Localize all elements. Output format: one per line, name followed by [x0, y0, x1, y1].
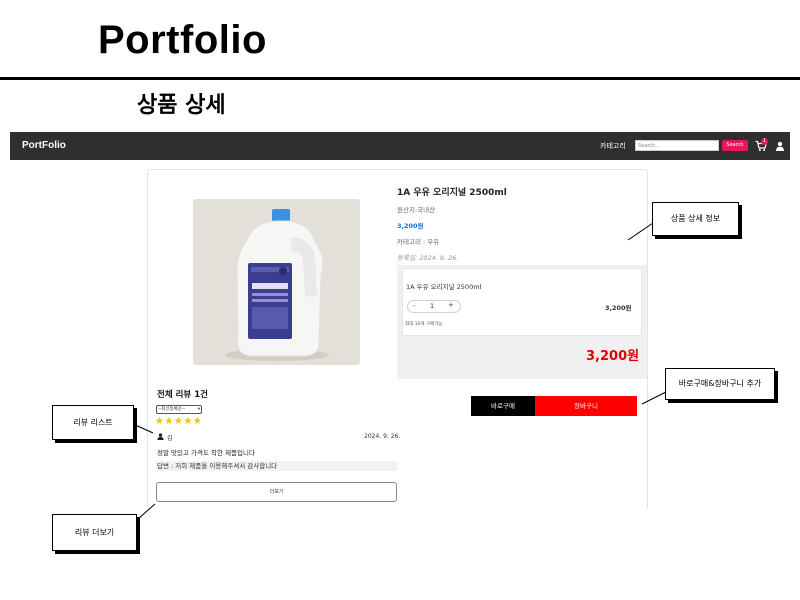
- title-divider: [0, 77, 800, 80]
- quantity-increase-button[interactable]: +: [448, 301, 454, 309]
- callout-review-more: 리뷰 더보기: [52, 514, 137, 551]
- review-rating-stars: ★★★★★: [155, 416, 203, 427]
- brand-logo[interactable]: PortFolio: [22, 140, 66, 151]
- option-price: 3,200원: [605, 304, 632, 312]
- product-page-screenshot: PortFolio 카테고리 Search 1: [10, 132, 790, 510]
- quantity-decrease-button[interactable]: -: [413, 302, 416, 310]
- total-price: 3,200원: [586, 349, 640, 364]
- review-sort-select[interactable]: --최신등록순-- ▾: [156, 405, 202, 414]
- slide-subtitle: 상품 상세: [137, 93, 226, 118]
- review-text: 정말 맛있고 가격도 착한 제품입니다: [157, 449, 255, 457]
- search-button[interactable]: Search: [722, 140, 748, 151]
- max-quantity-note: 최대 10개 구매가능: [405, 322, 443, 327]
- quantity-value[interactable]: 1: [430, 302, 434, 310]
- product-category: 카테고리 : 우유: [397, 238, 440, 246]
- callout-review-list: 리뷰 리스트: [52, 405, 134, 440]
- reviewer-avatar-icon: [157, 433, 164, 440]
- navbar: PortFolio 카테고리 Search 1: [10, 132, 790, 160]
- user-icon[interactable]: [775, 141, 785, 151]
- callout-buy-cart: 바로구매&장바구니 추가: [665, 368, 775, 400]
- add-to-cart-button[interactable]: 장바구니: [535, 396, 637, 416]
- product-image: [193, 199, 360, 365]
- review-date: 2024. 9. 26.: [364, 433, 401, 440]
- callout-product-detail: 상품 상세 정보: [652, 202, 739, 236]
- search-input[interactable]: [635, 140, 719, 151]
- review-sort-selected: --최신등록순--: [158, 407, 186, 412]
- reviewer-name: 김: [167, 435, 173, 442]
- nav-category-link[interactable]: 카테고리: [600, 141, 626, 151]
- chevron-down-icon: ▾: [197, 407, 200, 412]
- option-name: 1A 우유 오리지널 2500ml: [406, 283, 482, 291]
- review-reply: 답변 : 저희 제품을 이용해주셔서 감사합니다: [156, 461, 397, 471]
- buy-now-button[interactable]: 바로구매: [471, 396, 535, 416]
- review-more-button[interactable]: 더보기: [156, 482, 397, 502]
- product-name: 1A 우유 오리지널 2500ml: [397, 188, 507, 198]
- cart-count-badge: 1: [761, 138, 768, 145]
- review-count-title: 전체 리뷰 1건: [157, 390, 208, 400]
- slide-title: Portfolio: [98, 18, 267, 62]
- product-registered-date: 등록일: 2024. 9. 26.: [397, 254, 459, 262]
- product-origin: 원산지:국내산: [397, 206, 436, 214]
- product-price: 3,200원: [397, 222, 424, 230]
